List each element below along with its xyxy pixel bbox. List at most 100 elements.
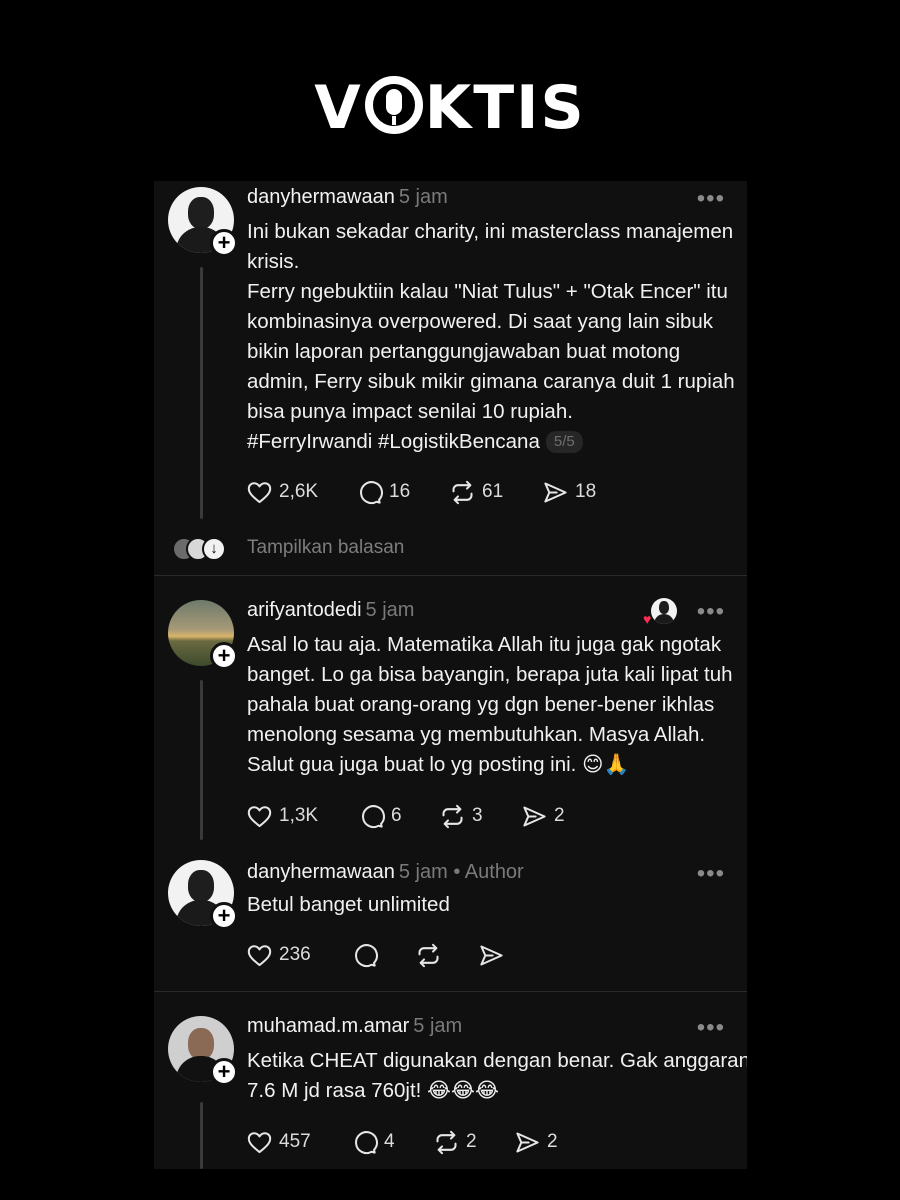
repost-button[interactable]: 2: [433, 1127, 477, 1157]
post-4: + muhamad.m.amar 5 jam ••• Ketika CHEAT d…: [154, 992, 747, 1169]
heart-icon: [247, 805, 272, 827]
thread-counter: 5/5: [545, 431, 583, 453]
share-button[interactable]: 18: [542, 477, 596, 507]
thread-line: [200, 267, 203, 519]
timestamp: 5 jam: [365, 599, 415, 621]
username[interactable]: danyhermawaan: [247, 186, 395, 208]
like-count: 1,3K: [279, 805, 319, 826]
text-line: Asal lo tau aja. Matematika Allah itu ju…: [247, 633, 722, 656]
show-replies-row[interactable]: ↓ Tampilkan balasan: [172, 535, 572, 565]
repost-count: 3: [472, 805, 483, 826]
microphone-icon: [364, 76, 423, 134]
text-line: kombinasinya overpowered. Di saat yang l…: [247, 310, 714, 333]
repost-button[interactable]: [415, 940, 442, 970]
username[interactable]: arifyantodedi: [247, 599, 362, 621]
show-replies-link[interactable]: Tampilkan balasan: [247, 537, 404, 559]
post-header: muhamad.m.amar 5 jam: [247, 1012, 462, 1040]
repost-icon: [418, 943, 439, 967]
voktis-logo: V KTIS: [0, 76, 900, 140]
threads-feed: + danyhermawaan 5 jam ••• Ini bukan sekad…: [154, 181, 747, 1169]
send-icon: [523, 805, 546, 827]
send-icon: [480, 944, 503, 966]
text-line: Ketika CHEAT digunakan dengan benar. Gak…: [247, 1049, 747, 1072]
username[interactable]: danyhermawaan: [247, 861, 395, 883]
reply-button[interactable]: 4: [351, 1127, 395, 1157]
share-count: 2: [547, 1131, 558, 1152]
follow-plus-icon[interactable]: +: [210, 642, 238, 670]
share-button[interactable]: 2: [521, 801, 565, 831]
author-liked-avatar: [651, 598, 677, 624]
repost-icon: [442, 804, 463, 828]
more-icon[interactable]: •••: [697, 600, 725, 624]
reply-count: 6: [391, 805, 402, 826]
text-line: menolong sesama yg membutuhkan. Masya Al…: [247, 723, 706, 746]
post-text: Ketika CHEAT digunakan dengan benar. Gak…: [247, 1046, 747, 1106]
text-line: pahala buat orang-orang yg dgn bener-ben…: [247, 693, 715, 716]
more-icon[interactable]: •••: [697, 862, 725, 886]
comment-icon: [362, 804, 385, 828]
like-button[interactable]: 236: [246, 940, 311, 970]
follow-plus-icon[interactable]: +: [210, 902, 238, 930]
post-header: danyhermawaan 5 jam • Author: [247, 858, 524, 886]
follow-plus-icon[interactable]: +: [210, 1058, 238, 1086]
reply-button[interactable]: 6: [358, 801, 402, 831]
text-line: admin, Ferry sibuk mikir gimana caranya …: [247, 370, 735, 393]
more-icon[interactable]: •••: [697, 1016, 725, 1040]
post-text: Ini bukan sekadar charity, ini mastercla…: [247, 217, 737, 457]
thread-line: [200, 680, 203, 840]
like-button[interactable]: 2,6K: [246, 477, 318, 507]
repost-button[interactable]: 61: [449, 477, 503, 507]
like-count: 2,6K: [279, 481, 319, 502]
repost-count: 2: [466, 1131, 477, 1152]
text-line: Betul banget unlimited: [247, 893, 450, 916]
timestamp: 5 jam • Author: [398, 861, 524, 883]
like-count: 236: [279, 944, 311, 965]
text-line: krisis.: [247, 250, 300, 273]
heart-icon: [247, 944, 272, 966]
reply-button[interactable]: [351, 940, 378, 970]
logo-text-start: V: [314, 73, 363, 143]
hashtags[interactable]: #FerryIrwandi #LogistikBencana: [247, 430, 540, 453]
thread-line: [200, 1102, 203, 1169]
post-header: arifyantodedi 5 jam: [247, 596, 414, 624]
text-line: banget. Lo ga bisa bayangin, berapa juta…: [247, 663, 733, 686]
timestamp: 5 jam: [413, 1015, 463, 1037]
liked-heart-icon: ♥: [643, 611, 652, 627]
share-button[interactable]: [478, 940, 505, 970]
text-line: Salut gua juga buat lo yg posting ini. 😊…: [247, 753, 629, 776]
like-count: 457: [279, 1131, 311, 1152]
heart-icon: [247, 481, 272, 503]
follow-plus-icon[interactable]: +: [210, 229, 238, 257]
post-text: Betul banget unlimited: [247, 890, 737, 920]
logo-text-end: KTIS: [424, 73, 586, 143]
repost-icon: [452, 480, 473, 504]
arrow-down-icon: ↓: [202, 537, 226, 561]
text-line: Ini bukan sekadar charity, ini mastercla…: [247, 220, 734, 243]
text-line: bisa punya impact senilai 10 rupiah.: [247, 400, 573, 423]
text-line: 7.6 M jd rasa 760jt! 😂😂😂: [247, 1079, 499, 1102]
post-3: + danyhermawaan 5 jam • Author ••• Betul …: [154, 846, 747, 991]
repost-count: 61: [482, 481, 504, 502]
post-2: + arifyantodedi 5 jam ♥ ••• Asal lo tau a…: [154, 576, 747, 846]
send-icon: [544, 481, 567, 503]
comment-icon: [360, 480, 383, 504]
send-icon: [516, 1131, 539, 1153]
timestamp: 5 jam: [398, 186, 448, 208]
reply-button[interactable]: 16: [356, 477, 410, 507]
share-count: 18: [575, 481, 597, 502]
post-text: Asal lo tau aja. Matematika Allah itu ju…: [247, 630, 737, 780]
username[interactable]: muhamad.m.amar: [247, 1015, 409, 1037]
repost-button[interactable]: 3: [439, 801, 483, 831]
share-button[interactable]: 2: [514, 1127, 558, 1157]
reply-count: 16: [389, 481, 411, 502]
repost-icon: [436, 1130, 457, 1154]
share-count: 2: [554, 805, 565, 826]
text-line: Ferry ngebuktiin kalau "Niat Tulus" + "O…: [247, 280, 728, 303]
like-button[interactable]: 1,3K: [246, 801, 318, 831]
post-1: + danyhermawaan 5 jam ••• Ini bukan sekad…: [154, 181, 747, 575]
like-button[interactable]: 457: [246, 1127, 311, 1157]
more-icon[interactable]: •••: [697, 187, 725, 211]
comment-icon: [355, 943, 378, 967]
comment-icon: [355, 1130, 378, 1154]
post-header: danyhermawaan 5 jam: [247, 183, 448, 211]
